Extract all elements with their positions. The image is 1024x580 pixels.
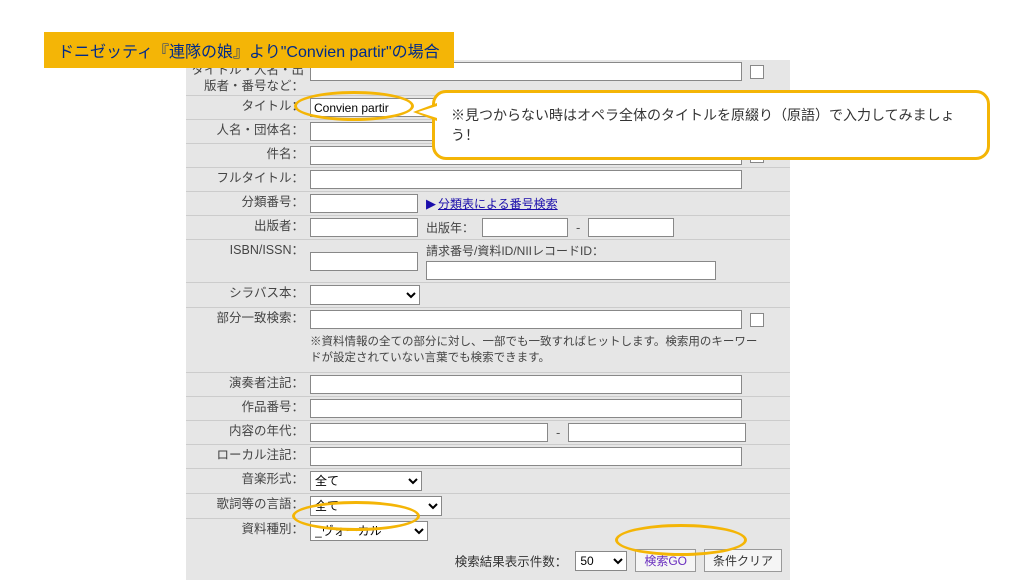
label-work-no: 作品番号： bbox=[186, 398, 308, 416]
input-era-to[interactable] bbox=[568, 423, 746, 442]
checkbox-partial[interactable] bbox=[750, 313, 764, 327]
select-syllabus[interactable] bbox=[310, 285, 420, 305]
label-isbn: ISBN/ISSN： bbox=[186, 241, 308, 259]
input-full-title[interactable] bbox=[310, 170, 742, 189]
select-doc-type[interactable]: _ヴォーカル bbox=[310, 521, 428, 541]
checkbox-title-person-etc[interactable] bbox=[750, 65, 764, 79]
label-era: 内容の年代： bbox=[186, 422, 308, 440]
label-performer: 演奏者注記： bbox=[186, 374, 308, 392]
tip-callout: ※見つからない時はオペラ全体のタイトルを原綴り（原語）で入力してみましょう！ bbox=[432, 90, 990, 160]
search-go-button[interactable]: 検索GO bbox=[635, 549, 696, 572]
link-class-table[interactable]: 分類表による番号検索 bbox=[438, 197, 558, 211]
input-isbn[interactable] bbox=[310, 252, 418, 271]
tip-callout-text: ※見つからない時はオペラ全体のタイトルを原綴り（原語）で入力してみましょう！ bbox=[451, 107, 955, 143]
select-form[interactable]: 全て bbox=[310, 471, 422, 491]
label-partial: 部分一致検索： bbox=[186, 309, 308, 327]
partial-note: ※資料情報の全ての部分に対し、一部でも一致すればヒットします。検索用のキーワード… bbox=[310, 333, 764, 370]
callout-tail-icon bbox=[413, 103, 437, 121]
label-name-org: 人名・団体名： bbox=[186, 121, 308, 139]
input-publisher[interactable] bbox=[310, 218, 418, 237]
label-class-no: 分類番号： bbox=[186, 193, 308, 211]
label-pub-year: 出版年： bbox=[426, 219, 474, 236]
input-work-no[interactable] bbox=[310, 399, 742, 418]
label-doc-type: 資料種別： bbox=[186, 520, 308, 538]
label-title: タイトル： bbox=[186, 97, 308, 115]
arrow-icon: ▶ bbox=[426, 196, 436, 211]
input-call-no[interactable] bbox=[426, 261, 716, 280]
label-publisher: 出版者： bbox=[186, 217, 308, 235]
class-link-wrapper: ▶分類表による番号検索 bbox=[426, 195, 558, 212]
label-syllabus: シラバス本： bbox=[186, 284, 308, 302]
input-era-from[interactable] bbox=[310, 423, 548, 442]
instruction-banner: ドニゼッティ『連隊の娘』より"Convien partir"の場合 bbox=[44, 32, 454, 68]
input-local-note[interactable] bbox=[310, 447, 742, 466]
input-pub-year-from[interactable] bbox=[482, 218, 568, 237]
select-lang[interactable]: 全て bbox=[310, 496, 442, 516]
select-result-count[interactable]: 50 bbox=[575, 551, 627, 571]
input-class-no[interactable] bbox=[310, 194, 418, 213]
label-form: 音楽形式： bbox=[186, 470, 308, 488]
label-call-no: 請求番号/資料ID/NIIレコードID： bbox=[426, 242, 716, 259]
input-performer[interactable] bbox=[310, 375, 742, 394]
input-partial[interactable] bbox=[310, 310, 742, 329]
clear-button[interactable]: 条件クリア bbox=[704, 549, 782, 572]
dash-pub-year: - bbox=[576, 220, 580, 235]
input-pub-year-to[interactable] bbox=[588, 218, 674, 237]
dash-era: - bbox=[556, 425, 560, 440]
label-full-title: フルタイトル： bbox=[186, 169, 308, 187]
label-result-count: 検索結果表示件数： bbox=[455, 551, 568, 570]
label-local-note: ローカル注記： bbox=[186, 446, 308, 464]
label-lang: 歌詞等の言語： bbox=[186, 495, 308, 513]
label-subject: 件名： bbox=[186, 145, 308, 163]
